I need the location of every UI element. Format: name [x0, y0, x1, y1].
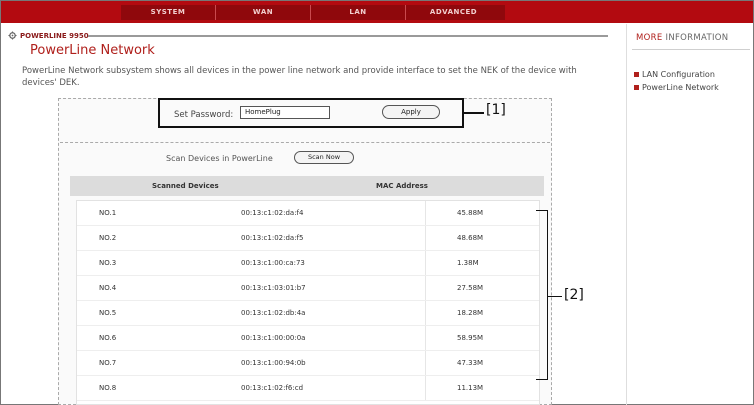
device-number: NO.8	[99, 384, 117, 392]
header-scanned-devices: Scanned Devices	[152, 182, 219, 190]
table-row: NO.5 00:13:c1:02:db:4a 18.28M	[77, 301, 539, 326]
device-number: NO.2	[99, 234, 117, 242]
column-divider	[425, 251, 426, 275]
link-lan-configuration[interactable]: LAN Configuration	[634, 70, 715, 79]
callout-1-label: [1]	[486, 102, 506, 118]
breadcrumb-label: POWERLINE 9950	[20, 31, 89, 40]
device-mac: 00:13:c1:02:f6:cd	[241, 384, 304, 392]
device-number: NO.4	[99, 284, 117, 292]
scan-label: Scan Devices in PowerLine	[166, 154, 273, 163]
page-title: PowerLine Network	[30, 43, 155, 58]
nav-tabs: SYSTEM WAN LAN ADVANCED	[121, 5, 505, 20]
nav-tab-wan[interactable]: WAN	[216, 5, 311, 20]
panel-divider	[60, 142, 550, 143]
column-divider	[425, 326, 426, 350]
device-mac: 00:13:c1:02:da:f5	[241, 234, 304, 242]
device-mac: 00:13:c1:00:00:0a	[241, 334, 306, 342]
more-information-title: MORE INFORMATION	[636, 33, 728, 43]
breadcrumb-divider	[88, 35, 608, 37]
device-rate: 45.88M	[457, 209, 484, 217]
device-number: NO.3	[99, 259, 117, 267]
device-mac: 00:13:c1:02:db:4a	[241, 309, 306, 317]
bullet-icon	[634, 72, 639, 77]
column-divider	[425, 376, 426, 400]
column-divider	[425, 226, 426, 250]
callout-2-leader	[548, 296, 562, 297]
device-rate: 47.33M	[457, 359, 484, 367]
callout-1-leader	[464, 112, 484, 114]
scan-now-button[interactable]: Scan Now	[294, 151, 354, 164]
callout-1-box	[158, 98, 464, 128]
more-information-divider	[632, 49, 750, 50]
table-row: NO.8 00:13:c1:02:f6:cd 11.13M	[77, 376, 539, 401]
link-label: LAN Configuration	[642, 70, 715, 79]
table-row: NO.4 00:13:c1:03:01:b7 27.58M	[77, 276, 539, 301]
device-rate: 27.58M	[457, 284, 484, 292]
nav-tab-system[interactable]: SYSTEM	[121, 5, 216, 20]
right-panel-divider	[626, 24, 627, 405]
device-number: NO.7	[99, 359, 117, 367]
callout-2-label: [2]	[564, 287, 584, 303]
device-number: NO.1	[99, 209, 117, 217]
top-nav-bar: SYSTEM WAN LAN ADVANCED	[1, 1, 753, 23]
device-mac: 00:13:c1:00:94:0b	[241, 359, 306, 367]
device-rate: 11.13M	[457, 384, 484, 392]
column-divider	[425, 201, 426, 225]
bullet-icon	[634, 85, 639, 90]
column-divider	[425, 276, 426, 300]
table-row: NO.1 00:13:c1:02:da:f4 45.88M	[77, 201, 539, 226]
device-number: NO.6	[99, 334, 117, 342]
more-title-rest: INFORMATION	[665, 33, 729, 43]
nav-tab-lan[interactable]: LAN	[311, 5, 406, 20]
more-title-prefix: MORE	[636, 33, 663, 43]
table-row: NO.2 00:13:c1:02:da:f5 48.68M	[77, 226, 539, 251]
device-mac: 00:13:c1:00:ca:73	[241, 259, 305, 267]
link-powerline-network[interactable]: PowerLine Network	[634, 83, 719, 92]
breadcrumb: POWERLINE 9950	[8, 31, 89, 40]
table-row: NO.7 00:13:c1:00:94:0b 47.33M	[77, 351, 539, 376]
device-rate: 18.28M	[457, 309, 484, 317]
column-divider	[425, 351, 426, 375]
device-number: NO.5	[99, 309, 117, 317]
table-row: NO.6 00:13:c1:00:00:0a 58.95M	[77, 326, 539, 351]
header-mac-address: MAC Address	[376, 182, 428, 190]
device-rate: 1.38M	[457, 259, 479, 267]
link-label: PowerLine Network	[642, 83, 719, 92]
callout-2-bracket	[536, 210, 548, 380]
device-rate: 48.68M	[457, 234, 484, 242]
device-mac: 00:13:c1:02:da:f4	[241, 209, 304, 217]
device-mac: 00:13:c1:03:01:b7	[241, 284, 306, 292]
gear-icon	[8, 31, 17, 40]
devices-table: NO.1 00:13:c1:02:da:f4 45.88M NO.2 00:13:c1:…	[76, 200, 540, 405]
column-divider	[425, 301, 426, 325]
table-row: NO.3 00:13:c1:00:ca:73 1.38M	[77, 251, 539, 276]
device-rate: 58.95M	[457, 334, 484, 342]
devices-table-header: Scanned Devices MAC Address	[70, 176, 544, 196]
nav-tab-advanced[interactable]: ADVANCED	[406, 5, 501, 20]
page-description: PowerLine Network subsystem shows all de…	[22, 66, 577, 88]
